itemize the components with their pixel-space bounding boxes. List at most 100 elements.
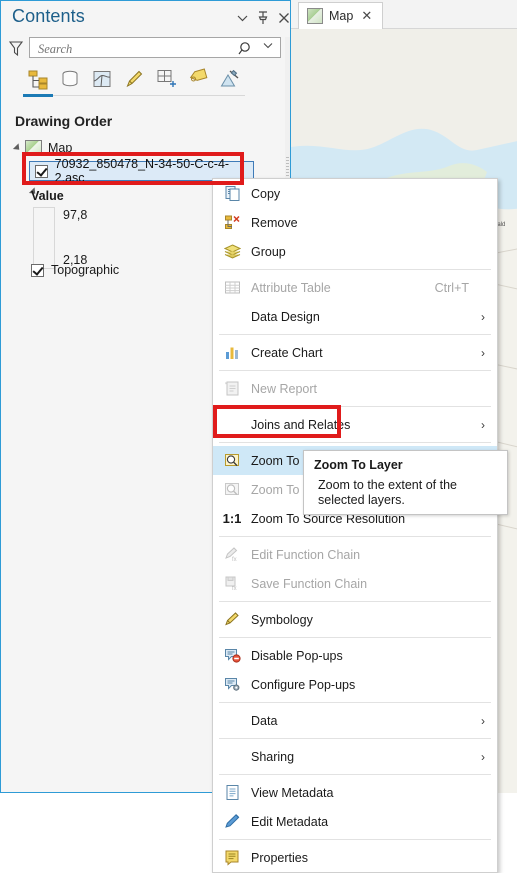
legend-title: Value: [31, 189, 64, 203]
toc-map-node[interactable]: Map: [1, 137, 290, 159]
menu-separator: [219, 370, 491, 371]
menu-item-label: Data Design: [251, 309, 320, 324]
menu-item-symbology[interactable]: Symbology: [213, 605, 497, 634]
menu-item-label: Disable Pop-ups: [251, 648, 343, 663]
menu-item-sharing[interactable]: Sharing ›: [213, 742, 497, 771]
menu-item-label: New Report: [251, 381, 317, 396]
chevron-down-icon[interactable]: [263, 42, 273, 49]
menu-item-configure-pop-ups[interactable]: Configure Pop-ups: [213, 670, 497, 699]
menu-separator: [219, 269, 491, 270]
menu-separator: [219, 637, 491, 638]
list-by-diagram-button[interactable]: [214, 64, 246, 94]
tooltip-body: Zoom to the extent of the selected layer…: [318, 478, 457, 507]
contents-toolbar: [1, 64, 290, 97]
list-item-basemap[interactable]: Topographic: [31, 263, 119, 277]
basemap-visibility-checkbox[interactable]: [31, 263, 44, 277]
page-title: Contents: [12, 6, 85, 26]
menu-separator: [219, 536, 491, 537]
menu-separator: [219, 601, 491, 602]
list-by-snapping-button[interactable]: [150, 64, 182, 94]
tab-map[interactable]: Map ✕: [298, 2, 384, 29]
menu-item-group[interactable]: Group: [213, 237, 497, 266]
contents-pane-header: Contents: [1, 1, 290, 33]
menu-item-save-function-chain: fx Save Function Chain: [213, 569, 497, 598]
menu-item-shortcut: Ctrl+T: [434, 280, 469, 295]
chevron-right-icon: ›: [481, 749, 485, 764]
menu-separator: [219, 774, 491, 775]
menu-separator: [219, 406, 491, 407]
menu-item-edit-function-chain: fx Edit Function Chain: [213, 540, 497, 569]
properties-icon: [213, 843, 251, 872]
remove-icon: [213, 208, 251, 237]
menu-item-create-chart[interactable]: Create Chart ›: [213, 338, 497, 367]
no-icon: [213, 742, 251, 771]
configure-popup-icon: [213, 670, 251, 699]
menu-separator: [219, 839, 491, 840]
list-by-data-source-button[interactable]: [54, 64, 86, 94]
menu-item-label: Sharing: [251, 749, 295, 764]
menu-item-disable-pop-ups[interactable]: Disable Pop-ups: [213, 641, 497, 670]
menu-item-joins-and-relates[interactable]: Joins and Relates ›: [213, 410, 497, 439]
menu-item-label: Create Chart: [251, 345, 323, 360]
list-by-drawing-order-button[interactable]: [22, 64, 54, 94]
menu-item-remove[interactable]: Remove: [213, 208, 497, 237]
menu-item-label: Edit Function Chain: [251, 547, 361, 562]
menu-item-label: Group: [251, 244, 286, 259]
menu-separator: [219, 334, 491, 335]
menu-item-attribute-table: Attribute Table Ctrl+T: [213, 273, 497, 302]
layer-legend: Value 97,8 2,18: [31, 189, 181, 269]
map-icon: [25, 140, 42, 156]
report-icon: [213, 374, 251, 403]
search-box[interactable]: [29, 37, 281, 58]
pin-icon[interactable]: [254, 9, 272, 27]
menu-separator: [219, 442, 491, 443]
chevron-down-icon[interactable]: [233, 9, 251, 27]
menu-item-copy[interactable]: Copy: [213, 179, 497, 208]
map-tab-label: Map: [329, 9, 354, 23]
tooltip-title: Zoom To Layer: [314, 458, 403, 472]
disable-popup-icon: [213, 641, 251, 670]
menu-item-label: Save Function Chain: [251, 576, 368, 591]
menu-item-label: Properties: [251, 850, 308, 865]
group-icon: [213, 237, 251, 266]
menu-item-label: Edit Metadata: [251, 814, 329, 829]
edit-metadata-icon: [213, 807, 251, 836]
close-icon[interactable]: ✕: [361, 8, 372, 24]
list-by-selection-button[interactable]: [86, 64, 118, 94]
one-to-one-icon: 1:1: [222, 511, 242, 526]
save-function-icon: fx: [213, 569, 251, 598]
chevron-right-icon: ›: [481, 309, 485, 324]
menu-item-label: Configure Pop-ups: [251, 677, 356, 692]
list-by-labeling-button[interactable]: [182, 64, 214, 94]
menu-item-label: Attribute Table: [251, 280, 331, 295]
menu-item-data-design[interactable]: Data Design ›: [213, 302, 497, 331]
menu-item-label: Data: [251, 713, 278, 728]
close-icon[interactable]: [275, 9, 293, 27]
copy-icon: [213, 179, 251, 208]
edit-function-icon: fx: [213, 540, 251, 569]
menu-item-label: Copy: [251, 186, 281, 201]
map-tab-strip: Map ✕: [290, 0, 517, 29]
expand-collapse-icon[interactable]: [9, 137, 25, 159]
menu-item-label: Symbology: [251, 612, 313, 627]
chart-icon: [213, 338, 251, 367]
search-input[interactable]: [36, 40, 235, 58]
layer-context-menu: Copy Remove Group Attribute Table Ctrl+T Data…: [212, 178, 498, 873]
chevron-right-icon: ›: [481, 345, 485, 360]
zoom-layer-icon: [213, 446, 251, 475]
filter-icon[interactable]: [7, 39, 25, 57]
search-icon[interactable]: [238, 41, 254, 56]
menu-separator: [219, 702, 491, 703]
layer-visibility-checkbox[interactable]: [35, 164, 48, 178]
svg-text:fx: fx: [232, 586, 237, 592]
chevron-right-icon: ›: [481, 713, 485, 728]
menu-item-new-report: New Report: [213, 374, 497, 403]
legend-max-value: 97,8: [63, 208, 88, 222]
menu-item-properties[interactable]: Properties: [213, 843, 497, 872]
toolbar-active-indicator: [23, 94, 53, 97]
list-by-editing-button[interactable]: [118, 64, 150, 94]
search-row: [1, 34, 290, 62]
menu-item-data[interactable]: Data ›: [213, 706, 497, 735]
menu-item-edit-metadata[interactable]: Edit Metadata: [213, 807, 497, 836]
basemap-label: Topographic: [51, 263, 120, 277]
